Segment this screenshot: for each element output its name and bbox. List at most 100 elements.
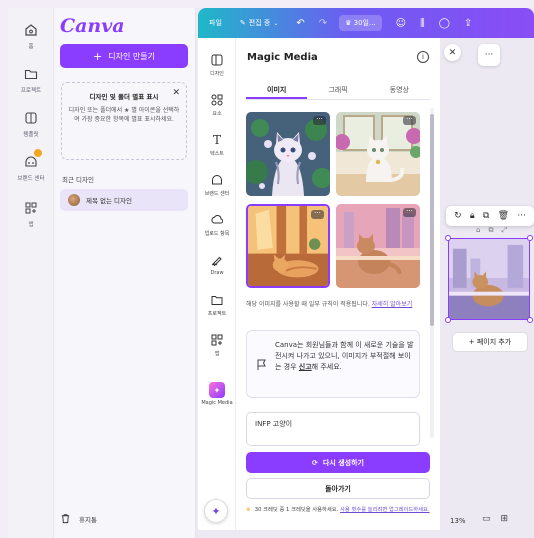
image-more-icon[interactable]: ··· (403, 208, 416, 217)
resize-handle[interactable] (445, 317, 451, 323)
regenerate-button[interactable]: ⟳ 다시 생성하기 (246, 452, 430, 473)
tool-projects[interactable]: 프로젝트 (198, 292, 236, 317)
rail-item-templates[interactable]: 템플릿 (8, 108, 54, 138)
crown-icon: ♛ (246, 507, 251, 513)
design-canvas-page[interactable] (448, 238, 530, 320)
prompt-value: INFP 고양이 (255, 420, 293, 428)
notice-text-end: 해 주세요. (311, 362, 342, 371)
tool-elements[interactable]: 요소 (198, 92, 236, 117)
tool-strip: 디자인 요소 T 텍스트 브랜드 센터 업로드 항목 Draw 프로젝트 앱 ✦… (198, 38, 236, 530)
template-icon (21, 108, 41, 128)
tab-image[interactable]: 이미지 (246, 82, 308, 99)
rail-item-projects[interactable]: 프로젝트 (8, 64, 54, 94)
more-icon[interactable]: ··· (517, 211, 526, 221)
edit-mode-menu[interactable]: ✎ 편집 중 ⌄ (240, 18, 278, 28)
trash-button[interactable]: 휴지통 (60, 513, 97, 524)
delete-icon[interactable]: 🗑︎ (498, 211, 509, 221)
magic-media-icon: ✦ (209, 382, 225, 398)
back-label: 돌아가기 (325, 484, 351, 493)
rail-item-apps[interactable]: 앱 (8, 198, 54, 228)
share-people-icon[interactable]: ☺ (396, 18, 406, 29)
back-button[interactable]: 돌아가기 (246, 478, 430, 499)
generated-image-2[interactable]: ··· (336, 112, 420, 196)
tool-design[interactable]: 디자인 (198, 52, 236, 77)
panel-scrollbar[interactable] (430, 108, 434, 438)
tool-brand[interactable]: 브랜드 센터 (198, 172, 236, 197)
sparkle-icon: ✦ (211, 504, 221, 518)
chevron-down-icon: ⌄ (273, 19, 279, 27)
image-more-icon[interactable]: ··· (313, 116, 326, 125)
redo-icon[interactable]: ↷ (319, 18, 327, 29)
canva-logo[interactable]: Canva (60, 15, 125, 37)
folder-icon (21, 64, 41, 84)
credit-text: 30 크레딧 중 1 크레딧을 사용하세요. (254, 507, 339, 513)
tool-label: 요소 (212, 111, 222, 117)
tool-label: 프로젝트 (207, 311, 227, 317)
generated-image-1[interactable]: ··· (246, 112, 330, 196)
rail-label: 앱 (28, 222, 34, 228)
create-design-button[interactable]: + 디자인 만들기 (60, 44, 188, 68)
left-rail: 홈 프로젝트 템플릿 브랜드 센터 앱 (8, 8, 54, 538)
resize-handle[interactable] (527, 317, 533, 323)
upgrade-link[interactable]: 사용 횟수를 늘리려면 업그레이드하세요. (340, 507, 430, 513)
info-icon[interactable]: i (417, 51, 429, 63)
comment-icon[interactable]: ◯ (439, 18, 450, 29)
generated-image-4[interactable]: ··· (336, 204, 420, 288)
image-more-icon[interactable]: ··· (311, 210, 324, 219)
media-type-tabs: 이미지 그래픽 동영상 (246, 82, 430, 100)
undo-icon[interactable]: ↶ (296, 18, 304, 29)
rotate-icon[interactable]: ↻ (454, 211, 462, 221)
tool-magic-media[interactable]: ✦ Magic Media (198, 382, 236, 406)
recent-design-item[interactable]: 제목 없는 디자인 (60, 189, 188, 211)
generated-image-3-selected[interactable]: ··· (246, 204, 330, 288)
file-menu[interactable]: 파일 (209, 18, 222, 28)
insights-icon[interactable]: ⫼ (420, 18, 425, 29)
report-notice: Canva는 회원님들과 함께 이 새로운 기술을 발전시켜 나가고 있으니, … (246, 330, 420, 398)
tab-video[interactable]: 동영상 (369, 82, 430, 99)
rail-label: 템플릿 (23, 132, 39, 138)
expand-page-icon[interactable]: ⤢ (501, 226, 507, 235)
report-link[interactable]: 신고 (299, 363, 312, 371)
lock-icon[interactable]: 🔒︎ (470, 211, 475, 221)
scroll-thumb[interactable] (430, 114, 434, 326)
trial-credits-pill[interactable]: ♛ 30일... (339, 15, 382, 31)
tool-draw[interactable]: Draw (198, 252, 236, 276)
usage-rules-note: 해당 이미지를 사용할 때 일부 규칙이 적용됩니다. 자세히 알아보기 (246, 300, 426, 310)
prompt-input[interactable]: INFP 고양이 (246, 412, 420, 446)
trash-label: 휴지통 (79, 515, 97, 524)
tab-graphic[interactable]: 그래픽 (307, 82, 368, 99)
copy-page-icon[interactable]: ⧉ (488, 226, 493, 235)
tool-uploads[interactable]: 업로드 항목 (198, 212, 236, 237)
image-more-icon[interactable]: ··· (403, 116, 416, 125)
tip-title: 디자인 및 폴더 별표 표시 (89, 93, 159, 101)
duplicate-icon[interactable]: ⧉ (483, 211, 489, 221)
resize-handle[interactable] (527, 235, 533, 241)
create-design-label: 디자인 만들기 (108, 51, 155, 61)
editor-top-toolbar: 파일 ✎ 편집 중 ⌄ ↶ ↷ ♛ 30일... ☺ ⫼ ◯ ⇪ (198, 8, 534, 38)
magic-assistant-button[interactable]: ✦ (204, 499, 228, 523)
tip-body: 디자인 또는 폴더에서 ★ 별 아이콘을 선택하여 가장 중요한 항목에 별표 … (68, 107, 180, 124)
upload-share-icon[interactable]: ⇪ (464, 18, 472, 29)
credit-note: ♛ 30 크레딧 중 1 크레딧을 사용하세요. 사용 횟수를 늘리려면 업그레… (246, 506, 432, 514)
notes-icon[interactable]: ▭ (482, 514, 491, 524)
zoom-level[interactable]: 13% (450, 517, 466, 525)
rail-item-home[interactable]: 홈 (8, 20, 54, 50)
rail-item-brand[interactable]: 브랜드 센터 (8, 149, 54, 182)
learn-more-link[interactable]: 자세히 알아보기 (372, 301, 413, 308)
grid-view-icon[interactable]: ⊞ (501, 514, 509, 524)
upload-icon (209, 212, 225, 228)
add-page-button[interactable]: + 페이지 추가 (452, 332, 528, 352)
more-options-icon[interactable]: ··· (478, 44, 500, 66)
elements-icon (209, 92, 225, 108)
resize-handle[interactable] (445, 235, 451, 241)
close-icon[interactable]: ✕ (172, 88, 180, 98)
tool-label: Draw (210, 270, 224, 276)
tool-text[interactable]: T 텍스트 (198, 132, 236, 157)
design-thumbnail (68, 194, 80, 206)
star-tip-card: ✕ 디자인 및 폴더 별표 표시 디자인 또는 폴더에서 ★ 별 아이콘을 선택… (61, 82, 187, 160)
brand-icon (209, 172, 225, 188)
lock-page-icon[interactable]: ⌂ (476, 226, 480, 235)
draw-icon (209, 252, 225, 268)
tool-apps[interactable]: 앱 (198, 332, 236, 357)
close-icon[interactable]: ✕ (444, 44, 461, 61)
